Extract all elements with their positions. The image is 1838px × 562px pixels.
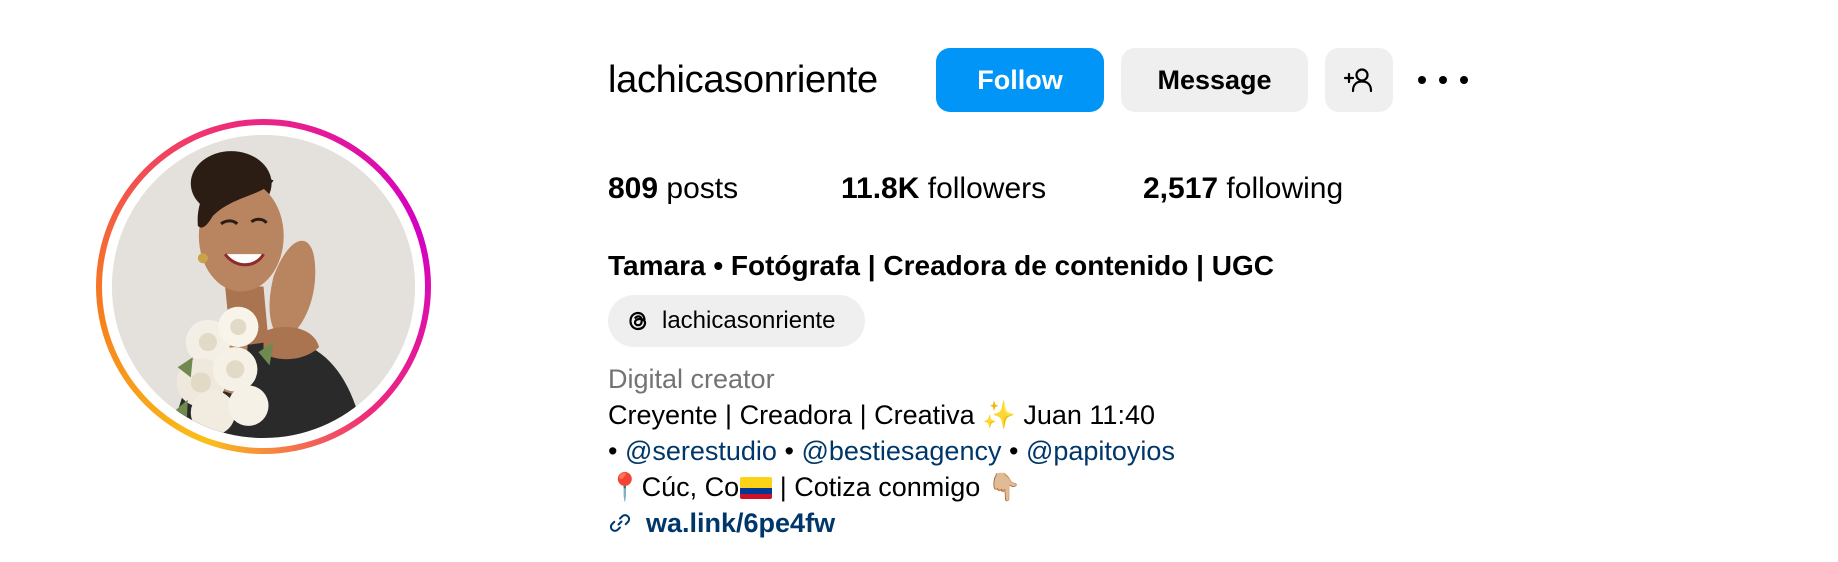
threads-icon	[629, 311, 647, 331]
mention-link[interactable]: @serestudio	[625, 436, 777, 466]
follow-button[interactable]: Follow	[936, 48, 1104, 112]
profile-username: lachicasonriente	[608, 59, 878, 101]
following-label: following	[1226, 172, 1344, 205]
bio-tagline: Creyente | Creadora | Creativa	[608, 400, 975, 430]
posts-stat: 809 posts	[608, 170, 738, 208]
followers-stat[interactable]: 11.8K followers	[841, 170, 1046, 208]
bio-cta: | Cotiza conmigo	[779, 472, 981, 502]
mention-link[interactable]: @bestiesagency	[801, 436, 1001, 466]
person-add-icon	[1343, 68, 1373, 93]
bullet: •	[784, 436, 794, 466]
posts-label: posts	[666, 172, 739, 205]
bio-line-4: wa.link/6pe4fw	[608, 506, 835, 540]
pin-icon: 📍	[608, 472, 642, 502]
profile-full-name: Tamara • Fotógrafa | Creadora de conteni…	[608, 250, 1274, 281]
avatar[interactable]	[112, 135, 415, 438]
threads-username: lachicasonriente	[662, 307, 836, 334]
bullet: •	[1008, 436, 1019, 466]
pointing-down-icon: 👇🏼	[987, 472, 1022, 502]
bio-line-1: Creyente | Creadora | Creativa ✨ Juan 11…	[608, 398, 1155, 432]
followers-label: followers	[927, 172, 1047, 205]
mention-link[interactable]: @papitoyios	[1026, 436, 1175, 466]
more-dot	[1418, 76, 1426, 84]
more-dot	[1460, 76, 1468, 84]
avatar-photo	[112, 135, 415, 438]
sparkles-icon: ✨	[982, 400, 1016, 430]
bullet: •	[608, 436, 618, 466]
more-dot	[1439, 76, 1447, 84]
more-options-icon[interactable]	[1418, 66, 1468, 94]
following-stat[interactable]: 2,517 following	[1143, 170, 1343, 208]
posts-count: 809	[608, 172, 659, 205]
followers-count: 11.8K	[841, 172, 920, 205]
bio-line-3: 📍Cúc, Co | Cotiza conmigo 👇🏼	[608, 470, 1021, 504]
website-link[interactable]: wa.link/6pe4fw	[646, 508, 835, 538]
bio-line-2: • @serestudio • @bestiesagency • @papito…	[608, 434, 1175, 468]
profile-category: Digital creator	[608, 364, 775, 394]
bio-verse: Juan 11:40	[1023, 400, 1155, 430]
story-ring[interactable]	[96, 119, 431, 454]
bio-location: Cúc, Co	[641, 472, 740, 502]
link-icon	[609, 514, 631, 532]
colombia-flag-icon	[740, 477, 773, 499]
following-count: 2,517	[1143, 172, 1219, 205]
message-button[interactable]: Message	[1121, 48, 1308, 112]
threads-link[interactable]: lachicasonriente	[608, 295, 865, 347]
suggested-accounts-button[interactable]	[1325, 48, 1393, 112]
